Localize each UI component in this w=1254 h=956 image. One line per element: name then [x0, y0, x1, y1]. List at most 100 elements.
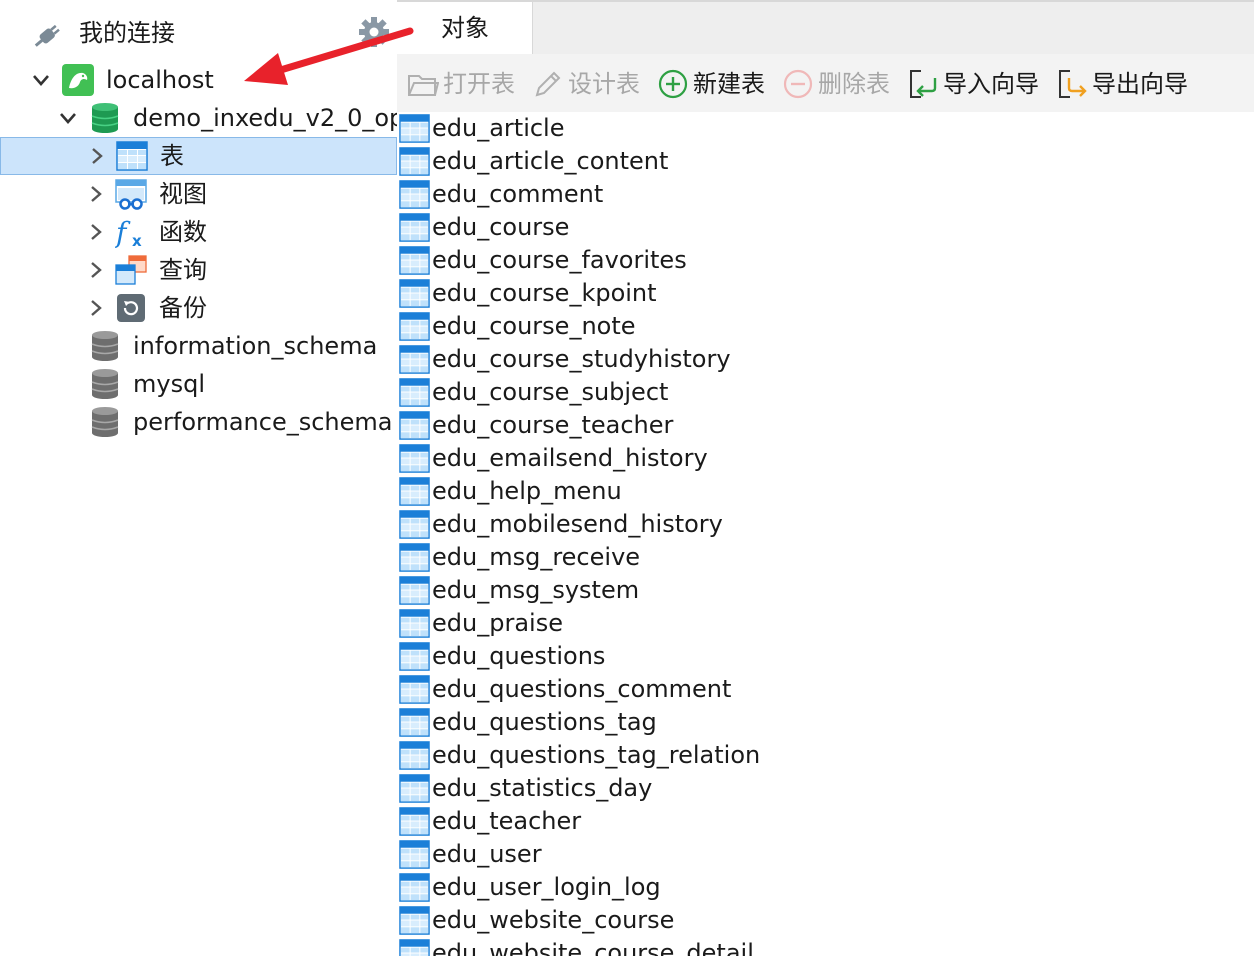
table-list-item[interactable]: edu_website_course: [397, 904, 1254, 937]
table-icon: [399, 180, 430, 209]
pencil-icon: [535, 71, 561, 97]
chevron-down-icon[interactable]: [58, 107, 78, 129]
table-list-item[interactable]: edu_user_login_log: [397, 871, 1254, 904]
table-list-item[interactable]: edu_course_subject: [397, 376, 1254, 409]
table-icon: [399, 741, 430, 770]
table-name: edu_statistics_day: [432, 774, 653, 802]
chevron-right-icon[interactable]: [85, 259, 105, 281]
table-list-item[interactable]: edu_website_course_detail: [397, 937, 1254, 956]
table-list-item[interactable]: edu_praise: [397, 607, 1254, 640]
table-name: edu_course_note: [432, 312, 636, 340]
plug-icon: [34, 24, 60, 47]
table-icon: [399, 939, 430, 956]
table-icon: [399, 906, 430, 935]
tab-objects[interactable]: 对象: [397, 2, 533, 56]
table-name: edu_course_subject: [432, 378, 669, 406]
table-name: edu_questions_tag: [432, 708, 657, 736]
table-name: edu_teacher: [432, 807, 582, 835]
table-icon: [399, 510, 430, 539]
table-list-item[interactable]: edu_article: [397, 112, 1254, 145]
table-icon: [399, 675, 430, 704]
tree-group-views[interactable]: 视图: [0, 175, 397, 213]
database-label: mysql: [133, 370, 205, 398]
table-icon: [116, 141, 148, 171]
connection-label: localhost: [106, 66, 214, 94]
table-list-item[interactable]: edu_course_note: [397, 310, 1254, 343]
table-icon: [399, 807, 430, 836]
table-list-item[interactable]: edu_help_menu: [397, 475, 1254, 508]
table-name: edu_msg_system: [432, 576, 640, 604]
gear-icon[interactable]: [357, 15, 391, 49]
tree-database-information-schema[interactable]: information_schema: [0, 327, 397, 365]
table-list-item[interactable]: edu_course_kpoint: [397, 277, 1254, 310]
table-list-item[interactable]: edu_msg_system: [397, 574, 1254, 607]
table-list-item[interactable]: edu_teacher: [397, 805, 1254, 838]
table-list-item[interactable]: edu_course_teacher: [397, 409, 1254, 442]
objects-pane: 对象 打开表 设计表 新建表 删除表 导入向导 导出向导 edu_article…: [397, 0, 1254, 956]
tree-connection-localhost[interactable]: localhost: [0, 61, 397, 99]
table-list-item[interactable]: edu_msg_receive: [397, 541, 1254, 574]
table-list-item[interactable]: edu_course_favorites: [397, 244, 1254, 277]
table-list-item[interactable]: edu_mobilesend_history: [397, 508, 1254, 541]
svg-text:f: f: [115, 216, 131, 248]
connections-header: 我的连接: [0, 0, 397, 64]
table-list-item[interactable]: edu_user: [397, 838, 1254, 871]
table-list-item[interactable]: edu_emailsend_history: [397, 442, 1254, 475]
table-icon: [399, 312, 430, 341]
function-icon: f x: [115, 216, 142, 248]
table-list-item[interactable]: edu_course: [397, 211, 1254, 244]
table-list-item[interactable]: edu_course_studyhistory: [397, 343, 1254, 376]
table-icon: [399, 873, 430, 902]
group-label: 查询: [159, 256, 207, 284]
tree-database-demo[interactable]: demo_inxedu_v2_0_op: [0, 99, 397, 137]
chevron-right-icon[interactable]: [85, 297, 105, 319]
chevron-down-icon[interactable]: [31, 69, 51, 91]
table-list-item[interactable]: edu_questions_tag: [397, 706, 1254, 739]
table-name: edu_course_teacher: [432, 411, 674, 439]
tree-group-backups[interactable]: 备份: [0, 289, 397, 327]
table-name: edu_article_content: [432, 147, 669, 175]
table-list-item[interactable]: edu_questions: [397, 640, 1254, 673]
plus-circle-icon: [658, 69, 688, 99]
tree-database-mysql[interactable]: mysql: [0, 365, 397, 403]
tree-group-tables[interactable]: 表: [0, 137, 397, 175]
database-label: performance_schema: [133, 408, 393, 436]
database-icon: [91, 369, 119, 399]
database-icon: [91, 103, 119, 133]
table-name: edu_user_login_log: [432, 873, 661, 901]
table-icon: [399, 477, 430, 506]
group-label: 函数: [159, 218, 207, 246]
table-list-item[interactable]: edu_article_content: [397, 145, 1254, 178]
table-icon: [399, 708, 430, 737]
table-icon: [399, 345, 430, 374]
table-name: edu_msg_receive: [432, 543, 641, 571]
chevron-right-icon[interactable]: [85, 221, 105, 243]
import-wizard-label: 导入向导: [943, 70, 1039, 98]
table-name: edu_course_kpoint: [432, 279, 657, 307]
chevron-right-icon[interactable]: [86, 145, 106, 167]
design-table-label: 设计表: [568, 70, 640, 98]
table-name: edu_website_course: [432, 906, 675, 934]
database-label: information_schema: [133, 332, 378, 360]
table-icon: [399, 774, 430, 803]
tree-group-queries[interactable]: 查询: [0, 251, 397, 289]
tree-group-functions[interactable]: f x 函数: [0, 213, 397, 251]
table-list-item[interactable]: edu_questions_tag_relation: [397, 739, 1254, 772]
query-icon: [115, 255, 147, 285]
table-icon: [399, 576, 430, 605]
folder-open-icon: [408, 75, 439, 96]
tree-database-performance-schema[interactable]: performance_schema: [0, 403, 397, 441]
objects-toolbar: 打开表 设计表 新建表 删除表 导入向导 导出向导: [397, 54, 1254, 112]
table-icon: [399, 114, 430, 143]
table-name: edu_comment: [432, 180, 604, 208]
table-name: edu_course: [432, 213, 570, 241]
table-list-item[interactable]: edu_statistics_day: [397, 772, 1254, 805]
table-icon: [399, 279, 430, 308]
table-list-item[interactable]: edu_questions_comment: [397, 673, 1254, 706]
table-icon: [399, 840, 430, 869]
table-list-item[interactable]: edu_comment: [397, 178, 1254, 211]
table-icon: [399, 543, 430, 572]
chevron-right-icon[interactable]: [85, 183, 105, 205]
table-name: edu_praise: [432, 609, 563, 637]
group-label: 视图: [159, 180, 207, 208]
